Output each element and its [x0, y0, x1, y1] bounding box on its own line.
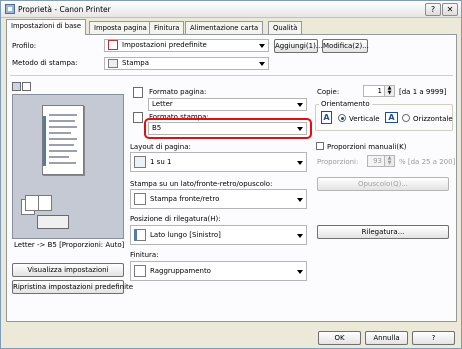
tab-basic-settings[interactable]: Impostazioni di base [6, 19, 87, 35]
chevron-down-icon [297, 234, 303, 238]
output-method-value: Stampa [122, 59, 150, 67]
portrait-icon: A [321, 111, 332, 124]
chevron-down-icon [297, 103, 303, 107]
scaling-range: % [da 25 a 200] [399, 158, 456, 166]
binding-label: Posizione di rilegatura(H): [130, 215, 221, 223]
spin-arrows-icon[interactable]: ▲ ▼ [384, 86, 394, 96]
tab-paper-source[interactable]: Alimentazione carta [185, 21, 264, 34]
scaling-spinbox[interactable]: 93 ▲ ▼ [367, 155, 395, 167]
finishing-label: Finitura: [130, 251, 159, 259]
print-icon [108, 58, 118, 68]
profile-select[interactable]: Impostazioni predefinite [104, 39, 269, 52]
finishing-value: Raggruppamento [150, 267, 211, 275]
layout-1up-icon [134, 156, 146, 168]
modify-profile-button[interactable]: Modifica(2)... [322, 39, 369, 53]
printer-properties-dialog: Proprietà - Canon Printer ? ✕ Impostazio… [0, 0, 462, 349]
paper-icon [38, 195, 52, 211]
collate-icon [134, 265, 146, 277]
page-size-value: Letter [152, 100, 173, 108]
page-layout-value: 1 su 1 [150, 158, 172, 166]
binding-left-icon [134, 229, 146, 241]
copies-label: Copie: [317, 88, 340, 96]
close-button[interactable]: ✕ [442, 3, 458, 16]
output-size-value: B5 [152, 124, 162, 132]
profile-icon [108, 40, 118, 50]
copies-spinbox[interactable]: 1 ▲ ▼ [363, 85, 395, 97]
copies-value: 1 [377, 87, 382, 95]
chevron-down-icon [297, 127, 303, 131]
binding-select[interactable]: Lato lungo [Sinistro] [130, 225, 307, 245]
chevron-down-icon [259, 62, 265, 66]
paper-icon [25, 195, 39, 211]
printer-icon [5, 4, 15, 14]
separator [10, 75, 453, 76]
cancel-button[interactable]: Annulla [365, 331, 408, 345]
output-method-select[interactable]: Stampa [104, 57, 269, 70]
booklet-button[interactable]: Opuscolo(Q)... [317, 177, 449, 191]
window-title: Proprietà - Canon Printer [18, 5, 111, 14]
preview-caption: Letter -> B5 [Proporzioni: Auto] [14, 241, 125, 249]
ok-button[interactable]: OK [318, 331, 361, 345]
title-help-button[interactable]: ? [425, 3, 441, 16]
view-settings-button[interactable]: Visualizza impostazioni [12, 263, 124, 277]
binding-value: Lato lungo [Sinistro] [150, 231, 221, 239]
finishing-select[interactable]: Raggruppamento [130, 261, 307, 281]
page-view-icon[interactable] [12, 82, 21, 91]
printer-view-icon[interactable] [22, 82, 31, 91]
landscape-label[interactable]: Orizzontale [413, 115, 453, 123]
spin-arrows-icon[interactable]: ▲ ▼ [384, 156, 394, 166]
page-size-select[interactable]: Letter [148, 98, 307, 111]
manual-scaling-label[interactable]: Proporzioni manuali(K) [327, 143, 406, 151]
landscape-icon: A [385, 112, 398, 123]
chevron-down-icon [297, 270, 303, 274]
title-bar: Proprietà - Canon Printer ? ✕ [1, 1, 461, 18]
profile-label: Profilo: [12, 42, 37, 50]
chevron-down-icon [297, 198, 303, 202]
page-layout-label: Layout di pagina: [130, 143, 191, 151]
print-style-label: Stampa su un lato/fronte-retro/opuscolo: [130, 180, 273, 188]
page-layout-select[interactable]: 1 su 1 [130, 152, 307, 172]
preview-sheet [42, 105, 84, 175]
chevron-down-icon [297, 161, 303, 165]
gutter-button[interactable]: Rilegatura... [317, 225, 449, 239]
print-style-select[interactable]: Stampa fronte/retro [130, 189, 307, 209]
help-button[interactable]: ? [412, 331, 455, 345]
orientation-label: Orientamento [319, 100, 372, 108]
chevron-down-icon [259, 44, 265, 48]
tab-quality[interactable]: Qualità [268, 21, 303, 34]
output-size-icon [133, 112, 143, 123]
duplex-print-icon [134, 193, 146, 205]
restore-defaults-button[interactable]: Ripristina impostazioni predefinite [12, 280, 133, 294]
duplex-icon [37, 215, 69, 229]
print-style-value: Stampa fronte/retro [150, 195, 220, 203]
tab-finishing[interactable]: Finitura [149, 21, 185, 34]
scaling-value: 93 [373, 157, 382, 165]
page-size-icon [133, 87, 143, 98]
print-preview [12, 94, 124, 239]
profile-value: Impostazioni predefinite [122, 41, 207, 49]
portrait-label[interactable]: Verticale [349, 115, 380, 123]
add-profile-button[interactable]: Aggiungi(1)... [274, 39, 322, 53]
output-method-label: Metodo di stampa: [12, 59, 78, 67]
portrait-radio[interactable] [338, 114, 346, 122]
output-size-select[interactable]: B5 [148, 122, 307, 135]
page-size-label: Formato pagina: [149, 88, 207, 96]
copies-range: [da 1 a 9999] [399, 88, 447, 96]
scaling-label: Proporzioni: [317, 158, 359, 166]
landscape-radio[interactable] [402, 114, 410, 122]
manual-scaling-checkbox[interactable] [316, 142, 324, 150]
tab-page-setup[interactable]: Imposta pagina [89, 21, 152, 34]
